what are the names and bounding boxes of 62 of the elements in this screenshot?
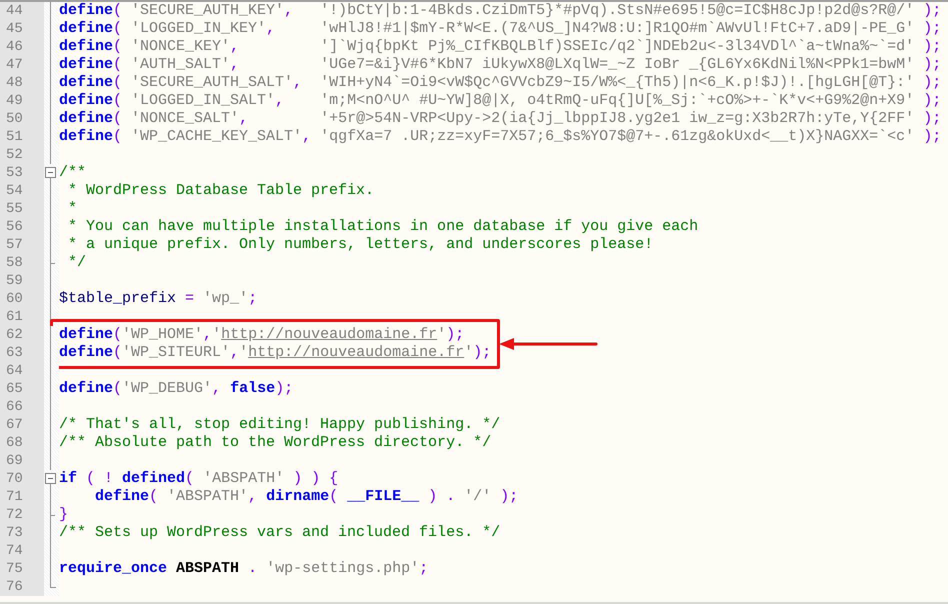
line-number: 54: [0, 182, 44, 200]
code-line: /** Absolute path to the WordPress directory. */: [59, 434, 492, 452]
code-line: define('WP_SITEURL','http://nouveaudomaine.fr');: [59, 344, 492, 362]
line-number: 46: [0, 38, 44, 56]
line-number: 44: [0, 2, 44, 20]
fold-minus-icon[interactable]: [45, 473, 56, 484]
code-line: */: [67, 254, 86, 272]
code-line: define( 'LOGGED_IN_SALT', 'm;M<nO^U^ #U~YW]8@|X, o4tRmQ-uFq{]U[%_Sj:`+cO%>+-`K*v<+G9%2@n+X9' );: [59, 92, 942, 110]
code-line: define( 'WP_CACHE_KEY_SALT', 'qgfXa=7 .UR;zz=xyF=7X57;6_$s%YO7$@7+-.61zg&okUxd<__t)X}NAGXX=`<c' );: [59, 128, 942, 146]
line-number: 51: [0, 128, 44, 146]
line-number: 66: [0, 398, 44, 416]
url-link[interactable]: http://nouveaudomaine.fr: [248, 344, 464, 361]
line-number: 67: [0, 416, 44, 434]
fold-minus-icon[interactable]: [45, 167, 56, 178]
line-number: 72: [0, 506, 44, 524]
line-number: 76: [0, 578, 44, 596]
line-number: 65: [0, 380, 44, 398]
line-number: 64: [0, 362, 44, 380]
code-line: $table_prefix = 'wp_';: [59, 290, 258, 308]
line-number: 61: [0, 308, 44, 326]
line-number: 68: [0, 434, 44, 452]
code-line: define( 'SECURE_AUTH_KEY', '!)bCtY|b:1-4Bkds.CziDmT5}*#pVq).StsN#e695!5@c=IC$H8cJp!p2d@s?R@/' );: [59, 2, 942, 20]
code-line: define( 'NONCE_SALT', '+5r@>54N-VRP<Upy->2(ia{Jj_lbppIJ8.yg2e1 iw_z=g:X3b2R7h:yTe,Y{2FF' );: [59, 110, 942, 128]
line-number: 74: [0, 542, 44, 560]
line-number: 50: [0, 110, 44, 128]
line-number: 71: [0, 488, 44, 506]
code-line: define( 'ABSPATH', dirname( __FILE__ ) . '/' );: [94, 488, 518, 506]
code-line: define('WP_HOME','http://nouveaudomaine.fr');: [59, 326, 464, 344]
line-number: 73: [0, 524, 44, 542]
code-line: }: [59, 506, 68, 524]
line-number: 56: [0, 218, 44, 236]
line-number: 52: [0, 146, 44, 164]
line-number: 53: [0, 164, 44, 182]
code-line: define( 'AUTH_SALT', 'UGe7=&i}V#6*KbN7 iUkywX8@LXqlW=_~Z IoBr _{GL6Yx6KdNil%N<PPk1=bwM' );: [59, 56, 942, 74]
line-number: 55: [0, 200, 44, 218]
line-number: 62: [0, 326, 44, 344]
line-number: 63: [0, 344, 44, 362]
code-line: * WordPress Database Table prefix.: [67, 182, 374, 200]
code-line: /* That's all, stop editing! Happy publishing. */: [59, 416, 500, 434]
line-number: 57: [0, 236, 44, 254]
code-line: define('WP_DEBUG', false);: [59, 380, 294, 398]
code-line: define( 'SECURE_AUTH_SALT', 'WIH+yN4`=Oi9<vW$Qc^GVVcbZ9~I5/W%<_{Th5)|n<6_K.p!$J)!.[hgLGH[@T}:' );: [59, 74, 942, 92]
code-line: * You can have multiple installations in one database if you give each: [67, 218, 698, 236]
line-number: 60: [0, 290, 44, 308]
code-line: require_once ABSPATH . 'wp-settings.php';: [59, 560, 428, 578]
url-link[interactable]: http://nouveaudomaine.fr: [221, 326, 438, 343]
line-number: 69: [0, 452, 44, 470]
code-line: *: [67, 200, 78, 218]
code-line: if ( ! defined( 'ABSPATH' ) ) {: [59, 470, 338, 488]
code-line: define( 'NONCE_KEY', ']`Wjq{bpKt Pj%_CIfKBQLBlf)SSEIc/q2`]NDEb2u<-3l34VDl^`a~tWna%~`=d' );: [59, 38, 942, 56]
line-number: 49: [0, 92, 44, 110]
code-line: define( 'LOGGED_IN_KEY', 'wHlJ8!#1|$mY-R*W<E.(7&^US_]N4?W8:U:]R1QO#m`AWvUl!FtC+7.aD9|-PE_G' );: [59, 20, 942, 38]
line-number: 58: [0, 254, 44, 272]
line-number: 75: [0, 560, 44, 578]
code-line: /** Sets up WordPress vars and included files. */: [59, 524, 500, 542]
code-line: * a unique prefix. Only numbers, letters, and underscores please!: [67, 236, 654, 254]
line-number: 47: [0, 56, 44, 74]
line-number: 59: [0, 272, 44, 290]
line-number: 70: [0, 470, 44, 488]
code-line: /**: [59, 164, 86, 182]
line-number: 45: [0, 20, 44, 38]
line-number: 48: [0, 74, 44, 92]
